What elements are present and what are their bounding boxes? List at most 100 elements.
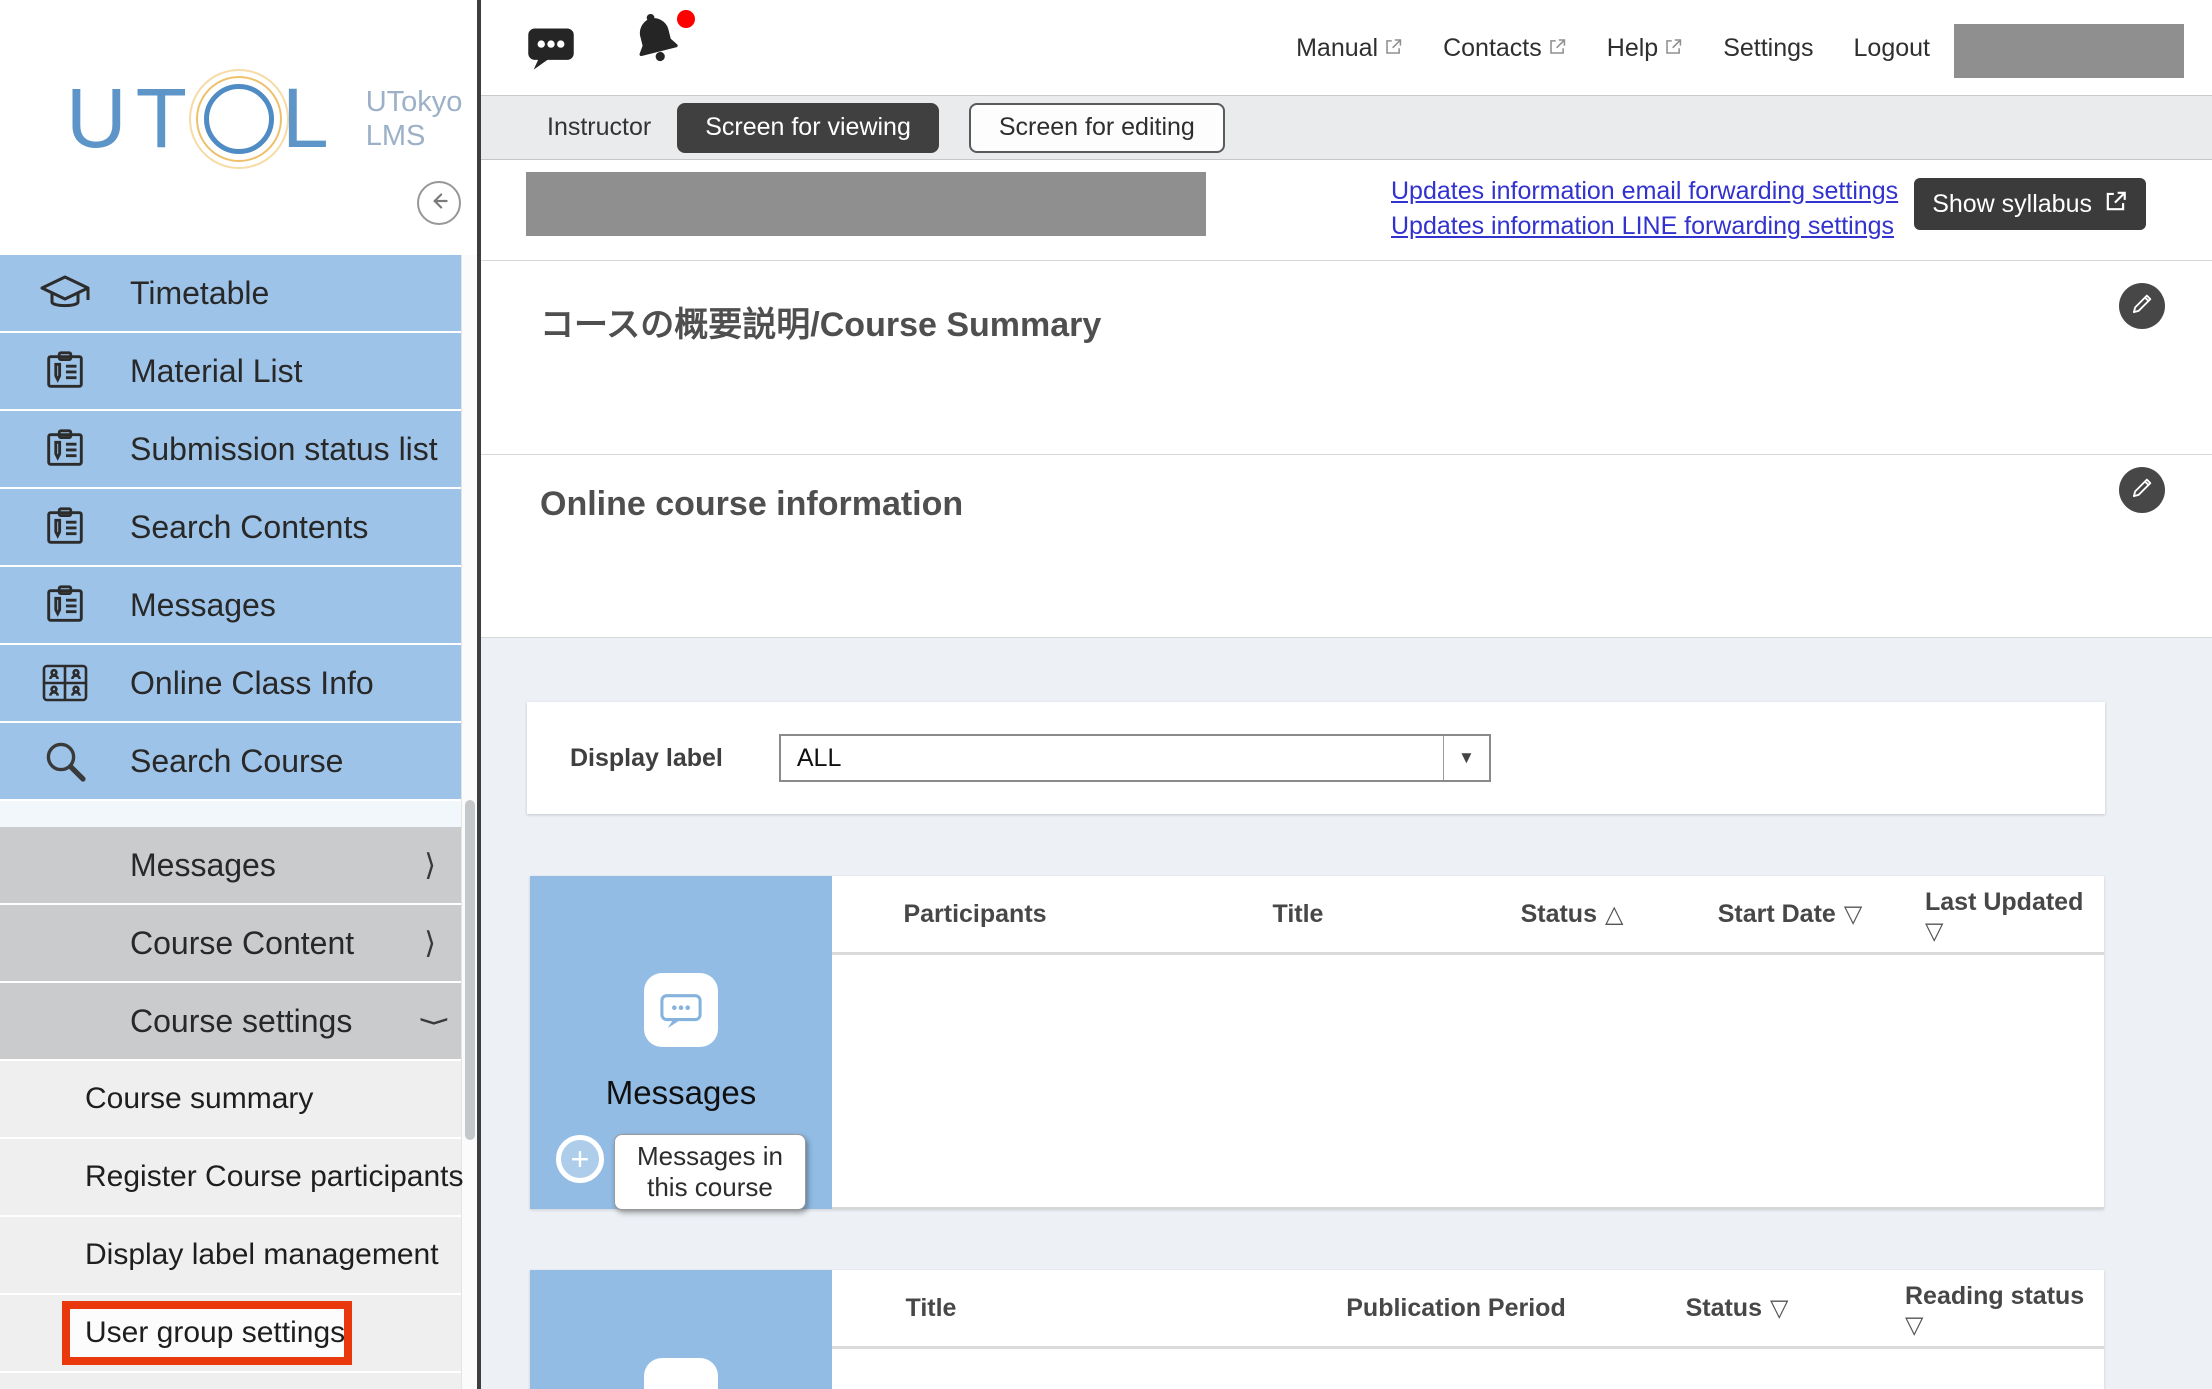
sidebar-item-material-list[interactable]: Material List	[0, 333, 470, 409]
sidebar-item-register-participants[interactable]: Register Course participants	[0, 1139, 470, 1215]
course-summary-title: コースの概要説明/Course Summary	[540, 297, 1101, 346]
chat-button[interactable]	[525, 22, 577, 79]
column-last-updated-sortable[interactable]: Last Updated▽	[1925, 887, 2083, 947]
column-participants: Participants	[903, 900, 1046, 929]
settings-link[interactable]: Settings	[1723, 34, 1813, 63]
sidebar-item-timetable[interactable]: Timetable	[0, 255, 470, 331]
sidebar-section-gap	[0, 801, 470, 827]
materials-panel: Title Publication Period Status▽ Reading…	[530, 1270, 2104, 1389]
show-syllabus-button[interactable]: Show syllabus	[1914, 178, 2146, 230]
messages-table: Participants Title Status△ Start Date▽ L…	[832, 876, 2104, 1209]
materials-table-header: Title Publication Period Status▽ Reading…	[832, 1270, 2104, 1349]
manual-link[interactable]: Manual	[1296, 34, 1403, 63]
chevron-right-icon: ⟩	[424, 926, 436, 961]
contacts-link[interactable]: Contacts	[1443, 34, 1567, 63]
pencil-icon	[2129, 291, 2155, 322]
sidebar-item-messages[interactable]: Messages	[0, 567, 470, 643]
sidebar-item-search-contents[interactable]: Search Contents	[0, 489, 470, 565]
sidebar-item-online-class-info[interactable]: Online Class Info	[0, 645, 470, 721]
sidebar: U T L UTokyo LMS Timetable	[0, 0, 477, 1389]
chat-bubble-icon	[525, 61, 577, 78]
external-link-icon	[1384, 34, 1403, 63]
sort-asc-icon: △	[1605, 901, 1623, 928]
magnifier-icon	[0, 737, 130, 785]
sort-desc-icon: ▽	[1770, 1295, 1788, 1322]
course-header: Updates information email forwarding set…	[481, 160, 2212, 261]
sidebar-item-partial-row	[0, 1373, 470, 1389]
email-forwarding-link[interactable]: Updates information email forwarding set…	[1391, 174, 1898, 209]
sidebar-item-search-course[interactable]: Search Course	[0, 723, 470, 799]
edit-online-info-button[interactable]	[2119, 467, 2165, 513]
chevron-down-icon: ⟩	[417, 1015, 452, 1027]
sidebar-main-menu: Timetable Material List Submission statu…	[0, 255, 470, 799]
notifications-button[interactable]	[627, 8, 691, 74]
line-forwarding-link[interactable]: Updates information LINE forwarding sett…	[1391, 209, 1898, 244]
sidebar-item-course-summary[interactable]: Course summary	[0, 1061, 470, 1137]
online-course-info-section: Online course information	[481, 455, 2212, 638]
column-reading-status-sortable[interactable]: Reading status▽	[1905, 1281, 2084, 1341]
column-status-sortable[interactable]: Status▽	[1686, 1294, 1789, 1323]
display-label-filter: Display label ALL ▼	[527, 702, 2105, 814]
pencil-icon	[2129, 475, 2155, 506]
online-course-info-title: Online course information	[540, 485, 963, 524]
forwarding-links: Updates information email forwarding set…	[1391, 174, 1898, 244]
sort-desc-icon: ▽	[1844, 901, 1862, 928]
help-link[interactable]: Help	[1607, 34, 1683, 63]
messages-tooltip: Messages in this course	[614, 1134, 806, 1210]
messages-tile[interactable]: Messages + Messages in this course	[530, 876, 832, 1209]
chevron-right-icon: ⟩	[424, 848, 436, 883]
messages-table-header: Participants Title Status△ Start Date▽ L…	[832, 876, 2104, 955]
edit-summary-button[interactable]	[2119, 283, 2165, 329]
sidebar-scrollbar-thumb[interactable]	[465, 800, 475, 1140]
logout-link[interactable]: Logout	[1854, 34, 1930, 63]
speech-bubble-icon	[644, 973, 718, 1047]
logo-letter: T	[136, 70, 196, 167]
clipboard-icon	[0, 504, 130, 550]
column-title: Title	[1273, 900, 1324, 929]
logo-wordmark: U T L	[66, 70, 338, 167]
screen-for-viewing-button[interactable]: Screen for viewing	[677, 103, 939, 153]
course-header-actions: Updates information email forwarding set…	[1391, 174, 2146, 244]
selected-value: ALL	[781, 736, 1443, 780]
external-link-icon	[1664, 34, 1683, 63]
logo-letter: U	[66, 70, 136, 167]
logo-o-ring-icon	[204, 84, 274, 154]
sidebar-item-user-group-settings[interactable]: User group settings	[0, 1295, 470, 1371]
sidebar-item-display-label-management[interactable]: Display label management	[0, 1217, 470, 1293]
sidebar-group-messages[interactable]: Messages ⟩	[0, 827, 470, 903]
topbar: Manual Contacts Help Settings Logout	[481, 0, 2212, 96]
arrow-left-icon	[426, 188, 452, 219]
utol-logo: U T L UTokyo LMS	[66, 70, 462, 167]
view-toolbar: Instructor Screen for viewing Screen for…	[481, 96, 2212, 160]
sidebar-scrollbar-track	[461, 255, 477, 1389]
dropdown-arrow-icon: ▼	[1443, 736, 1489, 780]
role-label: Instructor	[547, 113, 651, 142]
display-label-select[interactable]: ALL ▼	[779, 734, 1491, 782]
clipboard-icon	[0, 348, 130, 394]
materials-table: Title Publication Period Status▽ Reading…	[832, 1270, 2104, 1389]
screen-for-editing-button[interactable]: Screen for editing	[969, 103, 1225, 153]
messages-tile-label: Messages	[530, 1074, 832, 1112]
utol-lms-page: U T L UTokyo LMS Timetable	[0, 0, 2212, 1389]
display-label-caption: Display label	[570, 744, 723, 773]
clipboard-icon	[0, 582, 130, 628]
notification-badge	[677, 10, 695, 28]
logo-subtitle: UTokyo LMS	[366, 85, 463, 153]
sidebar-group-menu: Messages ⟩ Course Content ⟩ Course setti…	[0, 827, 470, 1059]
sidebar-group-course-settings[interactable]: Course settings ⟩	[0, 983, 470, 1059]
column-status-sortable[interactable]: Status△	[1521, 900, 1624, 929]
column-title: Title	[906, 1294, 957, 1323]
logo-letter: L	[282, 70, 338, 167]
sidebar-collapse-button[interactable]	[417, 181, 461, 225]
external-link-icon	[1548, 34, 1567, 63]
course-summary-section: コースの概要説明/Course Summary	[481, 261, 2212, 455]
sidebar-item-submission-status[interactable]: Submission status list	[0, 411, 470, 487]
sidebar-group-course-content[interactable]: Course Content ⟩	[0, 905, 470, 981]
add-message-button[interactable]: +	[556, 1135, 604, 1183]
topbar-links: Manual Contacts Help Settings Logout	[1296, 0, 1930, 96]
materials-tile[interactable]	[530, 1270, 832, 1389]
column-start-date-sortable[interactable]: Start Date▽	[1718, 900, 1863, 929]
clipboard-icon	[0, 426, 130, 472]
column-publication-period: Publication Period	[1346, 1294, 1565, 1323]
username-redacted	[1954, 24, 2184, 78]
